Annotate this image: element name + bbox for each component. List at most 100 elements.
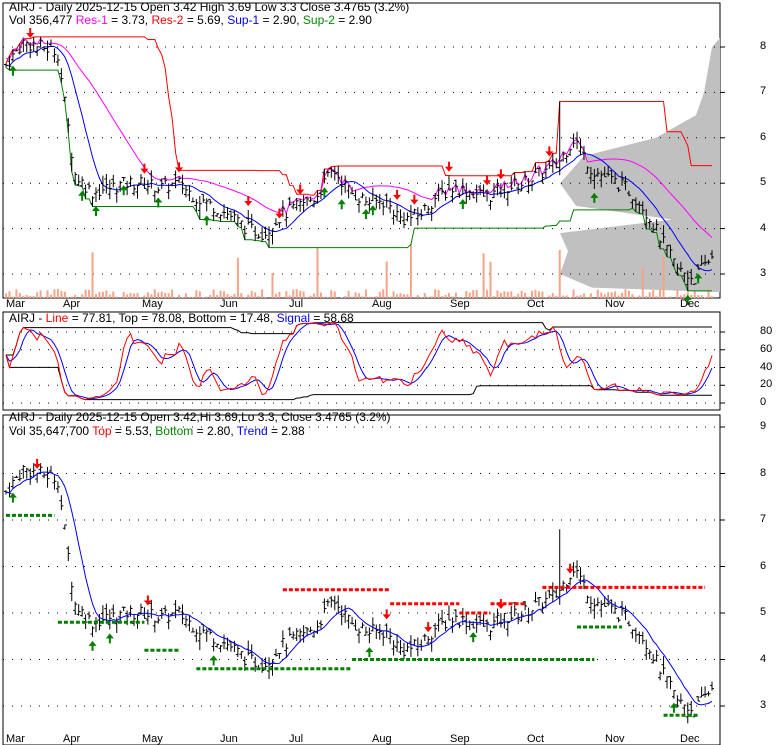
volume-bar — [368, 296, 371, 298]
volume-bar — [299, 290, 302, 298]
volume-bar — [36, 292, 39, 298]
volume-bar — [184, 293, 187, 298]
volume-bar — [406, 294, 409, 298]
volume-bar — [645, 296, 648, 298]
volume-bar — [129, 292, 132, 298]
volume-bar — [46, 290, 49, 298]
sell-arrow-icon — [275, 208, 284, 219]
month-label: Dec — [680, 298, 700, 310]
volume-bar — [565, 295, 568, 298]
month-label: Oct — [527, 298, 545, 310]
stoch-tick-label: 20 — [760, 378, 773, 391]
volume-bar — [465, 290, 468, 298]
month-label: Nov — [605, 298, 625, 310]
panel3-legend: Vol 35,647,700 Top = 5.53, Bottom = 2.80… — [9, 425, 305, 438]
sell-arrow-icon — [382, 609, 391, 620]
volume-bar — [562, 295, 565, 298]
volume-bar — [711, 296, 713, 298]
volume-bar — [261, 289, 264, 298]
volume-bar — [257, 295, 260, 298]
volume-bar — [648, 292, 651, 298]
volume-bar — [98, 291, 101, 298]
price3-tick-label: 5 — [760, 606, 767, 618]
volume-bar — [136, 293, 139, 298]
month-label: Apr — [63, 298, 81, 310]
volume-bar — [531, 290, 534, 298]
volume-bar — [666, 297, 669, 298]
stoch-bottom-line — [5, 354, 712, 401]
volume-bar — [600, 292, 603, 298]
volume-bar — [205, 296, 208, 298]
volume-bar — [88, 290, 91, 298]
volume-bar — [112, 291, 115, 298]
volume-bar — [49, 294, 52, 298]
volume-bar — [627, 290, 630, 298]
volume-bar — [351, 296, 354, 298]
volume-bar — [510, 291, 513, 298]
volume-bar — [416, 295, 419, 298]
buy-arrow-icon — [78, 190, 87, 201]
volume-bar — [693, 290, 696, 298]
volume-bar — [434, 289, 437, 298]
volume-bar — [669, 296, 672, 298]
volume-bar — [8, 290, 11, 298]
volume-bar — [596, 289, 599, 298]
month-label: Sep — [450, 298, 470, 310]
month-label-bottom: Jun — [220, 733, 238, 745]
volume-bar — [423, 293, 426, 298]
sell-arrow-icon — [140, 163, 149, 174]
volume-bar — [482, 253, 485, 298]
volume-bar — [108, 294, 111, 298]
volume-bar — [396, 294, 399, 298]
buy-arrow-icon — [8, 65, 17, 76]
volume-bar — [216, 295, 219, 298]
volume-bar — [548, 295, 551, 298]
top-label: Top — [92, 424, 112, 438]
buy-arrow-icon — [119, 185, 128, 196]
volume-bar — [638, 295, 641, 298]
volume-bar — [202, 297, 205, 298]
buy-arrow-icon — [202, 215, 211, 226]
volume-bar — [472, 290, 475, 298]
sell-arrow-icon — [410, 194, 419, 205]
panel1-legend: Vol 356,477 Res-1 = 3.73, Res-2 = 5.69, … — [9, 14, 372, 27]
price3-tick-label: 6 — [760, 559, 767, 572]
trend-label: Trend — [236, 424, 268, 438]
month-label: Jul — [289, 298, 304, 310]
buy-arrow-icon — [365, 647, 374, 658]
month-label-bottom: Sep — [450, 733, 470, 745]
volume-bar — [330, 290, 333, 298]
sell-arrow-icon — [143, 595, 152, 606]
sup2-label: Sup-2 — [302, 13, 335, 27]
volume-bar — [382, 289, 385, 298]
stoch-tick-label: 0 — [760, 396, 767, 408]
month-label-bottom: Dec — [680, 733, 700, 745]
volume-bar — [492, 296, 495, 298]
volume-bar — [496, 290, 499, 298]
volume-bar — [167, 293, 170, 298]
volume-bar — [402, 294, 405, 298]
volume-bar — [29, 295, 32, 298]
price-tick-label: 6 — [760, 130, 767, 143]
volume-bar — [319, 292, 322, 298]
volume-bar — [558, 250, 561, 298]
volume-bar — [56, 289, 59, 298]
month-label: Mar — [6, 298, 25, 310]
buy-arrow-icon — [469, 632, 478, 643]
volume-bar — [354, 292, 357, 298]
bottom-label: Bottom — [155, 424, 194, 438]
volume-bar — [188, 297, 191, 298]
volume-bar — [247, 294, 250, 298]
volume-bar — [94, 294, 97, 298]
volume-bar — [489, 261, 492, 298]
volume-bar — [240, 293, 243, 298]
volume-bar — [444, 295, 447, 298]
volume-bar — [641, 267, 644, 298]
volume-bar — [662, 256, 665, 298]
volume-bar — [178, 294, 181, 298]
sell-arrow-icon — [33, 458, 42, 469]
volume-bar — [579, 295, 582, 298]
volume-bar — [544, 297, 547, 298]
volume-bar — [236, 257, 239, 298]
res2-value: = 5.69, — [183, 13, 228, 27]
